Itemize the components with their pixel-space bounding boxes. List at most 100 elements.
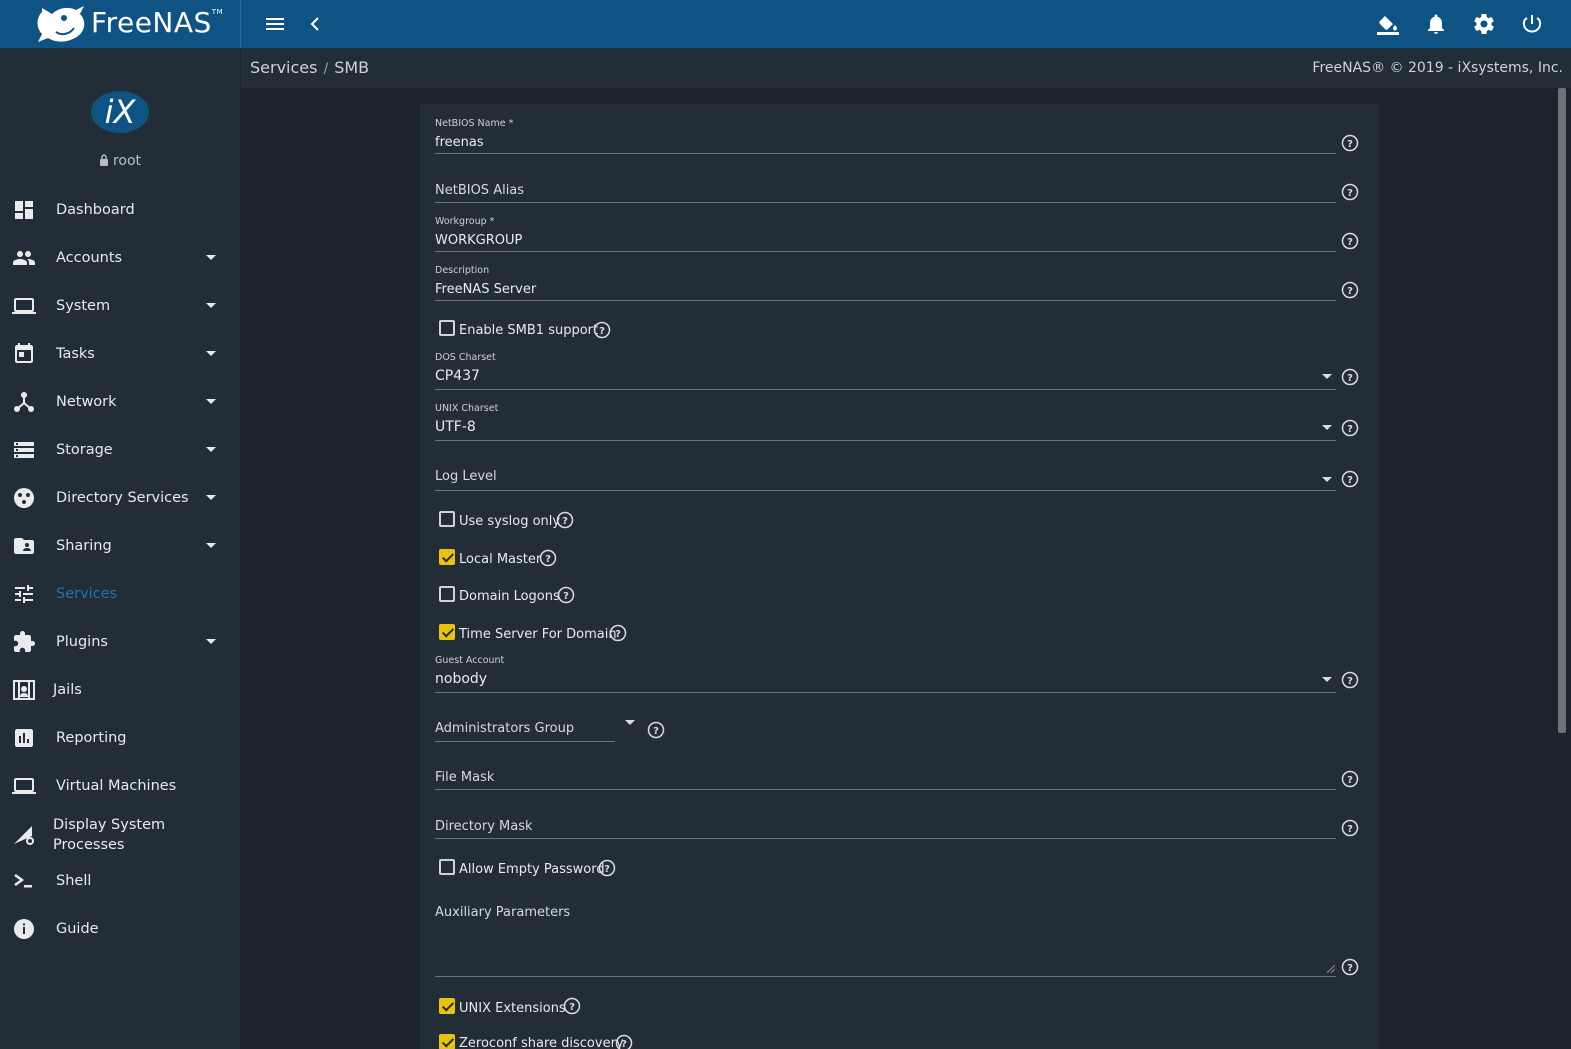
dropdown-arrow-icon[interactable] [1322,425,1332,430]
scrollbar-thumb[interactable] [1558,88,1566,733]
sidebar-item-services[interactable]: Services [0,570,240,618]
help-icon[interactable]: ? [609,624,627,642]
freenas-logo[interactable]: FreeNASTM [0,0,241,48]
help-icon[interactable]: ? [615,1034,633,1049]
sidebar-item-tasks[interactable]: Tasks [0,330,240,378]
help-icon[interactable]: ? [1341,470,1359,488]
breadcrumb: Services / SMB [250,58,369,77]
help-icon[interactable]: ? [1341,183,1359,201]
storage-icon [14,442,34,458]
sidebar-item-reporting[interactable]: Reporting [0,714,240,762]
log-level-select[interactable]: Log Level [435,454,1336,492]
help-icon[interactable]: ? [1341,671,1359,689]
help-icon[interactable]: ? [539,549,557,567]
help-icon[interactable]: ? [647,721,665,739]
directory-mask-placeholder[interactable]: Directory Mask [435,819,533,834]
dropdown-arrow-icon[interactable] [1322,677,1332,682]
time-server-checkbox[interactable] [439,624,455,640]
directory-mask-field[interactable]: Directory Mask [435,805,1336,841]
help-icon[interactable]: ? [557,586,575,604]
zeroconf-label[interactable]: Zeroconf share discovery [459,1036,624,1049]
auxiliary-parameters-textarea[interactable]: Auxiliary Parameters [435,902,1336,978]
processes-icon [14,826,34,845]
domain-logons-label[interactable]: Domain Logons [459,589,560,604]
sidebar-item-storage[interactable]: Storage [0,426,240,474]
domain-logons-checkbox[interactable] [439,586,455,602]
enable-smb1-checkbox[interactable] [439,320,455,336]
use-syslog-checkbox[interactable] [439,511,455,527]
zeroconf-checkbox[interactable] [439,1034,455,1049]
auxiliary-parameters-placeholder[interactable]: Auxiliary Parameters [435,905,570,920]
dropdown-arrow-icon[interactable] [1322,374,1332,379]
dos-charset-value[interactable]: CP437 [435,368,480,384]
help-icon[interactable]: ? [1341,281,1359,299]
time-server-label[interactable]: Time Server For Domain [459,627,617,642]
gear-icon[interactable] [1472,12,1496,36]
chevron-left-icon[interactable] [303,12,327,36]
sidebar-item-system[interactable]: System [0,282,240,330]
sidebar-item-display-system-processes[interactable]: Display System Processes [0,810,240,858]
file-mask-field[interactable]: File Mask [435,756,1336,792]
sharing-folder-icon [14,538,34,554]
sidebar-item-label: Dashboard [56,202,135,218]
local-master-label[interactable]: Local Master [459,552,541,567]
unix-charset-value[interactable]: UTF-8 [435,419,476,435]
power-icon[interactable] [1520,12,1544,36]
field-label: Guest Account [435,655,505,666]
workgroup-input[interactable]: WORKGROUP [435,233,522,248]
unix-extensions-label[interactable]: UNIX Extensions [459,1001,566,1016]
use-syslog-label[interactable]: Use syslog only [459,514,560,529]
help-icon[interactable]: ? [1341,819,1359,837]
help-icon[interactable]: ? [1341,419,1359,437]
dos-charset-select[interactable]: DOS Charset CP437 [435,352,1336,390]
netbios-name-field[interactable]: NetBIOS Name * freenas [435,118,1336,154]
sidebar-item-sharing[interactable]: Sharing [0,522,240,570]
bell-icon[interactable] [1424,12,1448,36]
description-input[interactable]: FreeNAS Server [435,282,536,297]
directory-icon [14,488,34,508]
local-master-checkbox[interactable] [439,549,455,565]
help-icon[interactable]: ? [593,321,611,339]
help-icon[interactable]: ? [563,997,581,1015]
caret-down-icon [206,639,216,644]
help-icon[interactable]: ? [1341,134,1359,152]
guest-account-select[interactable]: Guest Account nobody [435,655,1336,693]
help-icon[interactable]: ? [556,511,574,529]
sidebar-item-directory-services[interactable]: Directory Services [0,474,240,522]
sidebar-item-network[interactable]: Network [0,378,240,426]
chart-icon [15,729,33,747]
help-icon[interactable]: ? [598,859,616,877]
help-icon[interactable]: ? [1341,368,1359,386]
guest-account-value[interactable]: nobody [435,671,487,687]
sidebar-item-plugins[interactable]: Plugins [0,618,240,666]
log-level-placeholder[interactable]: Log Level [435,469,497,484]
allow-empty-password-label[interactable]: Allow Empty Password [459,862,605,877]
netbios-alias-placeholder[interactable]: NetBIOS Alias [435,183,524,198]
dropdown-arrow-icon[interactable] [625,720,635,725]
sidebar-item-shell[interactable]: Shell [0,857,240,905]
dropdown-arrow-icon[interactable] [1322,477,1332,482]
netbios-name-input[interactable]: freenas [435,135,484,150]
help-icon[interactable]: ? [1341,958,1359,976]
help-icon[interactable]: ? [1341,232,1359,250]
sidebar-item-guide[interactable]: Guide [0,905,240,953]
workgroup-field[interactable]: Workgroup * WORKGROUP [435,216,1336,252]
menu-icon[interactable] [263,12,287,36]
administrators-group-placeholder[interactable]: Administrators Group [435,721,574,736]
unix-charset-select[interactable]: UNIX Charset UTF-8 [435,403,1336,441]
allow-empty-password-checkbox[interactable] [439,859,455,875]
sidebar-item-jails[interactable]: Jails [0,666,240,714]
help-icon[interactable]: ? [1341,770,1359,788]
resize-handle-icon[interactable] [1327,965,1335,973]
sidebar-item-dashboard[interactable]: Dashboard [0,186,240,234]
unix-extensions-checkbox[interactable] [439,998,455,1014]
description-field[interactable]: Description FreeNAS Server [435,265,1336,301]
sidebar-item-virtual-machines[interactable]: Virtual Machines [0,762,240,810]
file-mask-placeholder[interactable]: File Mask [435,770,494,785]
netbios-alias-field[interactable]: NetBIOS Alias [435,168,1336,204]
enable-smb1-label[interactable]: Enable SMB1 support [459,323,598,338]
administrators-group-select[interactable]: Administrators Group [435,708,645,744]
sidebar-item-accounts[interactable]: Accounts [0,234,240,282]
breadcrumb-services[interactable]: Services [250,58,317,77]
theme-bucket-icon[interactable] [1376,12,1400,36]
